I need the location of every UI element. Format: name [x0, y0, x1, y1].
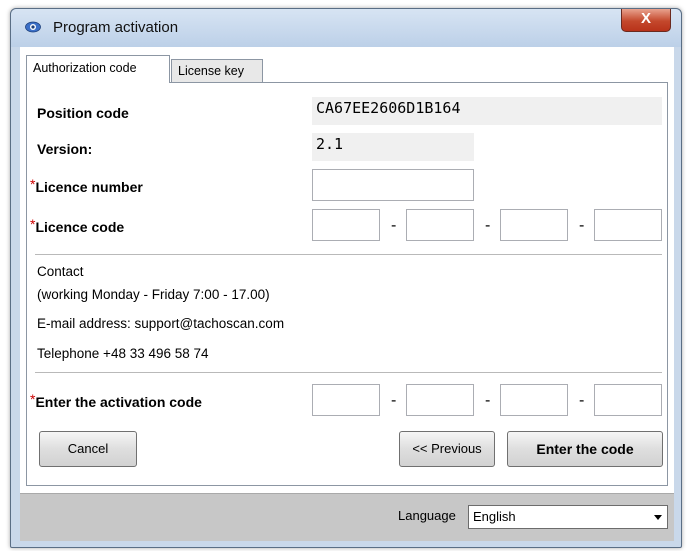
- licence-code-part-3[interactable]: [500, 209, 568, 241]
- program-activation-window: Program activation X Authorization code …: [10, 8, 682, 548]
- app-eye-icon: [25, 21, 41, 33]
- contact-email: E-mail address: support@tachoscan.com: [37, 316, 285, 331]
- activation-code-part-2[interactable]: [406, 384, 474, 416]
- contact-phone: Telephone +48 33 496 58 74: [37, 346, 209, 361]
- window-title: Program activation: [53, 19, 179, 36]
- licence-number-text: Licence number: [35, 179, 143, 195]
- licence-code-label: *Licence code: [30, 216, 125, 235]
- enter-code-button[interactable]: Enter the code: [507, 431, 663, 467]
- activation-code-part-4[interactable]: [594, 384, 662, 416]
- language-select[interactable]: English: [468, 505, 668, 529]
- licence-code-part-2[interactable]: [406, 209, 474, 241]
- dash-separator: -: [391, 392, 397, 409]
- tab-authorization-code[interactable]: Authorization code: [26, 55, 170, 83]
- dialog-content: Authorization code License key Position …: [20, 47, 674, 493]
- activation-code-text: Enter the activation code: [35, 394, 202, 410]
- version-label: Version:: [37, 141, 93, 157]
- dash-separator: -: [485, 392, 491, 409]
- activation-code-part-3[interactable]: [500, 384, 568, 416]
- activation-code-part-1[interactable]: [312, 384, 380, 416]
- close-button[interactable]: X: [621, 9, 671, 32]
- required-marker: *: [30, 391, 36, 407]
- licence-number-label: *Licence number: [30, 176, 143, 195]
- required-marker: *: [30, 176, 36, 192]
- dash-separator: -: [391, 217, 397, 234]
- licence-code-part-1[interactable]: [312, 209, 380, 241]
- dash-separator: -: [485, 217, 491, 234]
- dash-separator: -: [579, 392, 585, 409]
- tab-label: Authorization code: [33, 61, 137, 75]
- tab-label: License key: [178, 64, 245, 78]
- divider: [35, 254, 662, 255]
- footer-bar: Language English: [20, 493, 674, 541]
- activation-code-label: *Enter the activation code: [30, 391, 202, 410]
- contact-heading: Contact: [37, 264, 84, 279]
- previous-button[interactable]: << Previous: [399, 431, 495, 467]
- version-value: 2.1: [312, 133, 474, 161]
- close-icon: X: [640, 10, 651, 27]
- position-code-label: Position code: [37, 105, 129, 121]
- chevron-down-icon[interactable]: [654, 515, 662, 520]
- divider: [35, 372, 662, 373]
- dash-separator: -: [579, 217, 585, 234]
- authorization-code-panel: Position code CA67EE2606D1B164 Version: …: [26, 82, 668, 486]
- language-label: Language: [398, 508, 456, 523]
- position-code-value: CA67EE2606D1B164: [312, 97, 662, 125]
- licence-code-part-4[interactable]: [594, 209, 662, 241]
- tab-license-key[interactable]: License key: [171, 59, 263, 83]
- required-marker: *: [30, 216, 36, 232]
- cancel-button[interactable]: Cancel: [39, 431, 137, 467]
- contact-hours: (working Monday - Friday 7:00 - 17.00): [37, 287, 270, 302]
- licence-number-input[interactable]: [312, 169, 474, 201]
- language-value: English: [473, 509, 516, 524]
- licence-code-text: Licence code: [35, 219, 125, 235]
- title-bar[interactable]: Program activation X: [11, 9, 681, 47]
